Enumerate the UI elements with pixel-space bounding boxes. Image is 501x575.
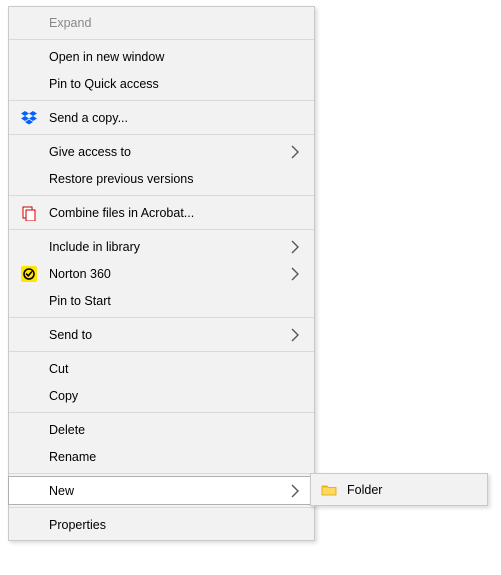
submenu-label: Folder xyxy=(347,483,477,497)
chevron-right-icon xyxy=(286,240,304,254)
context-menu: Expand Open in new window Pin to Quick a… xyxy=(8,6,315,541)
menu-label: Give access to xyxy=(49,145,286,159)
chevron-right-icon xyxy=(286,328,304,342)
menu-item-send-to[interactable]: Send to xyxy=(9,321,314,348)
menu-item-give-access[interactable]: Give access to xyxy=(9,138,314,165)
separator xyxy=(9,507,314,508)
new-submenu: Folder xyxy=(310,473,488,506)
dropbox-icon xyxy=(9,110,49,126)
menu-item-rename[interactable]: Rename xyxy=(9,443,314,470)
acrobat-icon xyxy=(9,205,49,221)
menu-item-norton-360[interactable]: Norton 360 xyxy=(9,260,314,287)
menu-label: Expand xyxy=(49,16,304,30)
menu-label: Include in library xyxy=(49,240,286,254)
chevron-right-icon xyxy=(286,145,304,159)
separator xyxy=(9,473,314,474)
separator xyxy=(9,134,314,135)
menu-label: Cut xyxy=(49,362,304,376)
menu-label: Delete xyxy=(49,423,304,437)
separator xyxy=(9,317,314,318)
submenu-item-folder[interactable]: Folder xyxy=(311,476,487,503)
separator xyxy=(9,195,314,196)
menu-item-expand[interactable]: Expand xyxy=(9,9,314,36)
menu-label: Pin to Start xyxy=(49,294,304,308)
norton-icon xyxy=(9,266,49,282)
menu-label: Properties xyxy=(49,518,304,532)
chevron-right-icon xyxy=(286,484,304,498)
menu-label: Copy xyxy=(49,389,304,403)
menu-item-delete[interactable]: Delete xyxy=(9,416,314,443)
menu-label: Combine files in Acrobat... xyxy=(49,206,304,220)
menu-item-new[interactable]: New xyxy=(8,476,315,505)
separator xyxy=(9,351,314,352)
menu-label: Restore previous versions xyxy=(49,172,304,186)
menu-label: Send a copy... xyxy=(49,111,304,125)
chevron-right-icon xyxy=(286,267,304,281)
separator xyxy=(9,100,314,101)
menu-label: Rename xyxy=(49,450,304,464)
menu-item-send-copy[interactable]: Send a copy... xyxy=(9,104,314,131)
menu-item-include-library[interactable]: Include in library xyxy=(9,233,314,260)
menu-label: Norton 360 xyxy=(49,267,286,281)
separator xyxy=(9,412,314,413)
menu-item-combine-acrobat[interactable]: Combine files in Acrobat... xyxy=(9,199,314,226)
menu-item-cut[interactable]: Cut xyxy=(9,355,314,382)
menu-label: New xyxy=(49,484,286,498)
menu-item-copy[interactable]: Copy xyxy=(9,382,314,409)
folder-icon xyxy=(311,482,347,498)
menu-item-restore-versions[interactable]: Restore previous versions xyxy=(9,165,314,192)
menu-label: Pin to Quick access xyxy=(49,77,304,91)
menu-label: Open in new window xyxy=(49,50,304,64)
separator xyxy=(9,39,314,40)
menu-item-pin-start[interactable]: Pin to Start xyxy=(9,287,314,314)
menu-item-properties[interactable]: Properties xyxy=(9,511,314,538)
menu-item-pin-quick-access[interactable]: Pin to Quick access xyxy=(9,70,314,97)
separator xyxy=(9,229,314,230)
menu-item-open-new-window[interactable]: Open in new window xyxy=(9,43,314,70)
menu-label: Send to xyxy=(49,328,286,342)
